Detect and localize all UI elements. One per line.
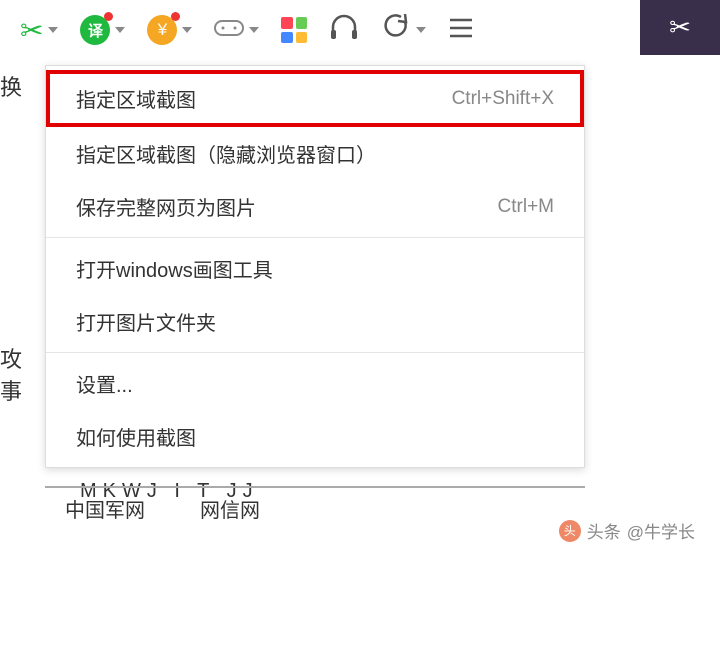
headphones-button[interactable] xyxy=(329,13,359,48)
screenshot-dropdown-menu: 指定区域截图 Ctrl+Shift+X 指定区域截图（隐藏浏览器窗口） 保存完整… xyxy=(45,65,585,468)
translate-button[interactable]: 译 xyxy=(80,15,125,45)
undo-button[interactable] xyxy=(381,12,426,48)
menu-divider xyxy=(46,352,584,353)
screenshot-tool-button[interactable]: ✂ xyxy=(20,14,58,47)
chevron-down-icon xyxy=(182,27,192,33)
menu-item-save-full-page[interactable]: 保存完整网页为图片 Ctrl+M xyxy=(46,180,584,233)
menu-label: 设置... xyxy=(76,369,133,398)
headphones-icon xyxy=(329,13,359,48)
menu-shortcut: Ctrl+Shift+X xyxy=(452,88,554,110)
bg-char: 攻事 xyxy=(0,342,40,406)
menu-item-open-folder[interactable]: 打开图片文件夹 xyxy=(46,295,584,348)
currency-icon: ¥ xyxy=(147,15,177,45)
menu-shortcut: Ctrl+M xyxy=(498,196,554,218)
bg-link[interactable]: 网信网 xyxy=(200,494,260,516)
scissors-icon: ✂ xyxy=(20,14,43,47)
menu-label: 保存完整网页为图片 xyxy=(76,192,256,221)
browser-toolbar: ✂ 译 ¥ xyxy=(0,0,720,60)
chevron-down-icon xyxy=(249,27,259,33)
main-menu-button[interactable] xyxy=(448,15,474,46)
hamburger-icon xyxy=(448,15,474,46)
menu-label: 指定区域截图 xyxy=(76,84,196,113)
translate-icon: 译 xyxy=(80,15,110,45)
wallet-button[interactable]: ¥ xyxy=(147,15,192,45)
scissors-icon: ✂ xyxy=(669,12,691,43)
gamepad-button[interactable] xyxy=(214,15,259,46)
watermark-user: @牛学长 xyxy=(627,518,695,543)
menu-label: 指定区域截图（隐藏浏览器窗口） xyxy=(76,139,376,168)
app-tab-cut-icon[interactable]: ✂ xyxy=(640,0,720,55)
watermark-prefix: 头条 xyxy=(587,518,621,543)
menu-item-region-screenshot-hidden[interactable]: 指定区域截图（隐藏浏览器窗口） xyxy=(46,127,584,180)
menu-item-region-screenshot[interactable]: 指定区域截图 Ctrl+Shift+X xyxy=(46,70,584,127)
apps-grid-icon xyxy=(281,17,307,43)
bg-link[interactable]: 中国军网 xyxy=(65,494,145,516)
menu-item-how-to-use[interactable]: 如何使用截图 xyxy=(46,410,584,463)
menu-item-settings[interactable]: 设置... xyxy=(46,357,584,410)
menu-divider xyxy=(46,237,584,238)
background-links-bar: 中国军网 网信网 xyxy=(45,486,585,516)
undo-icon xyxy=(381,12,411,48)
bg-char: 换 xyxy=(0,70,40,102)
toutiao-icon: 头 xyxy=(559,520,581,542)
apps-grid-button[interactable] xyxy=(281,17,307,43)
menu-label: 打开windows画图工具 xyxy=(76,254,273,283)
chevron-down-icon xyxy=(48,27,58,33)
menu-label: 如何使用截图 xyxy=(76,422,196,451)
watermark: 头 头条 @牛学长 xyxy=(559,518,695,543)
gamepad-icon xyxy=(214,15,244,46)
menu-label: 打开图片文件夹 xyxy=(76,307,216,336)
chevron-down-icon xyxy=(115,27,125,33)
background-text-left: 换 攻事 xyxy=(0,70,40,646)
menu-item-open-paint[interactable]: 打开windows画图工具 xyxy=(46,242,584,295)
chevron-down-icon xyxy=(416,27,426,33)
